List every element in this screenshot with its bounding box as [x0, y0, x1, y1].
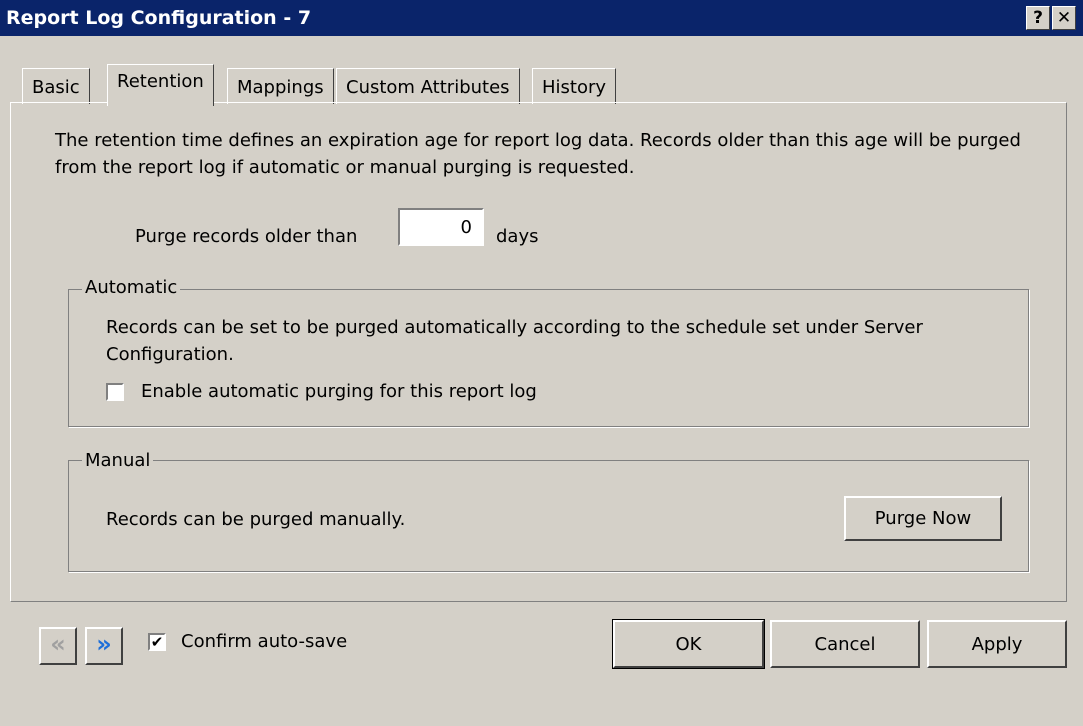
help-button[interactable]: ? — [1026, 6, 1050, 30]
tab-retention[interactable]: Retention — [107, 64, 214, 106]
tab-basic[interactable]: Basic — [22, 68, 90, 104]
window-title: Report Log Configuration - 7 — [6, 7, 312, 29]
apply-button[interactable]: Apply — [927, 620, 1067, 668]
tab-panel — [10, 102, 1067, 602]
tab-history[interactable]: History — [532, 68, 617, 104]
title-bar: Report Log Configuration - 7 ? ✕ — [0, 0, 1083, 36]
cancel-button[interactable]: Cancel — [770, 620, 920, 668]
ok-button[interactable]: OK — [612, 619, 765, 669]
confirm-autosave-checkbox[interactable]: ✔ — [148, 633, 166, 651]
tab-mappings[interactable]: Mappings — [227, 68, 334, 104]
confirm-autosave-label[interactable]: Confirm auto-save — [181, 631, 347, 652]
close-button[interactable]: ✕ — [1052, 6, 1076, 30]
previous-arrow-icon[interactable]: « — [39, 627, 77, 665]
next-arrow-icon[interactable]: » — [85, 627, 123, 665]
tab-custom-attributes[interactable]: Custom Attributes — [336, 68, 520, 104]
